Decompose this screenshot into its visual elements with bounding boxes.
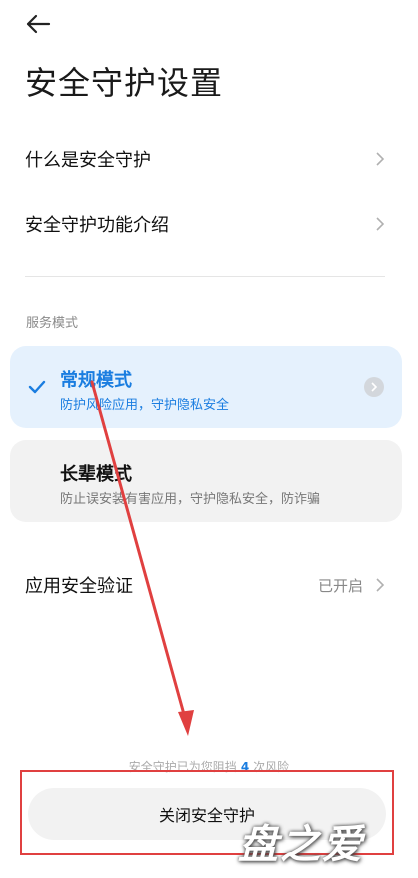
mode-option-normal[interactable]: 常规模式 防护风险应用，守护隐私安全 xyxy=(10,346,402,428)
chevron-right-icon xyxy=(376,217,385,231)
menu-item-what-is[interactable]: 什么是安全守护 xyxy=(0,131,418,187)
watermark-logo: 盘之爱 xyxy=(238,822,364,868)
chevron-right-icon xyxy=(376,578,385,592)
chevron-right-icon xyxy=(376,152,385,166)
mode-description: 防护风险应用，守护隐私安全 xyxy=(60,398,230,413)
mode-name: 长辈模式 xyxy=(60,464,132,485)
menu-item-features[interactable]: 安全守护功能介绍 xyxy=(0,196,418,252)
mode-name: 常规模式 xyxy=(60,370,132,391)
divider xyxy=(25,276,385,277)
app-security-verify-status: 已开启 xyxy=(317,576,363,595)
mode-description: 防止误安装有害应用，守护隐私安全，防诈骗 xyxy=(60,492,321,507)
menu-item-label: 什么是安全守护 xyxy=(25,150,151,171)
back-arrow-icon[interactable] xyxy=(22,8,54,40)
app-security-verify-label: 应用安全验证 xyxy=(25,576,133,597)
checkmark-icon xyxy=(28,380,46,394)
section-label: 服务模式 xyxy=(26,316,79,331)
chevron-right-icon[interactable] xyxy=(364,377,384,397)
page-title: 安全守护设置 xyxy=(25,64,224,102)
app-security-verify-row[interactable]: 应用安全验证 已开启 xyxy=(0,557,418,613)
menu-item-label: 安全守护功能介绍 xyxy=(25,215,169,236)
mode-option-elder[interactable]: 长辈模式 防止误安装有害应用，守护隐私安全，防诈骗 xyxy=(10,440,402,522)
